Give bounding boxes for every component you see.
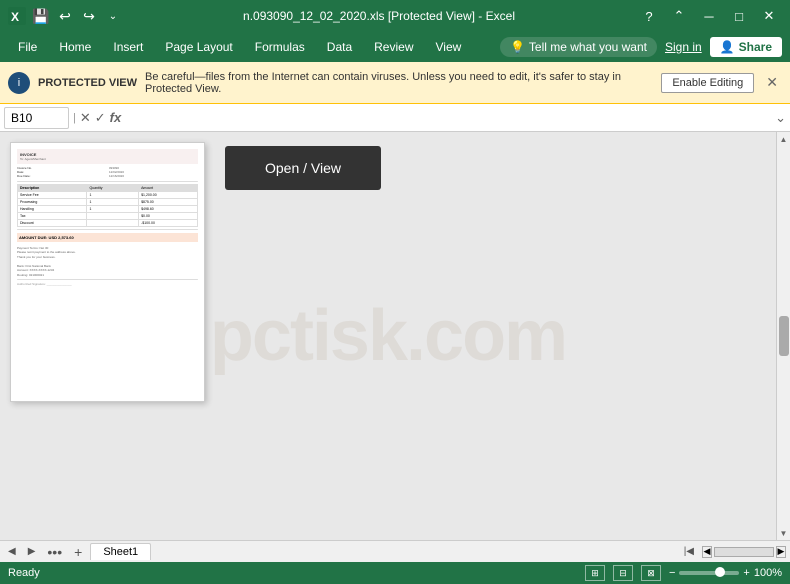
sign-in-button[interactable]: Sign in: [665, 40, 702, 54]
status-bar: Ready ⊞ ⊟ ⊠ − + 100%: [0, 562, 790, 584]
invoice-amount: AMOUNT DUE: USD 2,573.60: [17, 233, 198, 242]
minimize-button[interactable]: ─: [696, 3, 722, 29]
excel-logo-icon: X: [8, 7, 26, 25]
formula-divider: |: [73, 112, 76, 124]
tab-bar-right: |◀ ◀ ▶: [680, 544, 786, 559]
protected-view-bar: i PROTECTED VIEW Be careful—files from t…: [0, 62, 790, 104]
menu-bar-right: 💡 Tell me what you want Sign in 👤 Share: [500, 37, 782, 57]
options-icon[interactable]: ⌄: [104, 7, 122, 25]
share-icon: 👤: [720, 40, 735, 54]
enable-editing-button[interactable]: Enable Editing: [661, 73, 754, 93]
menu-home[interactable]: Home: [49, 36, 101, 58]
formula-icons: ✕ ✓ fx: [80, 110, 121, 126]
share-button[interactable]: 👤 Share: [710, 37, 782, 57]
title-bar-left: X 💾 ↩ ↪ ⌄: [8, 7, 122, 25]
hscroll-track[interactable]: [714, 547, 774, 557]
protected-view-close-button[interactable]: ✕: [762, 74, 782, 91]
main-area: pctisk.com INVOICE To: Agent/Merchant In…: [0, 132, 790, 540]
share-label: Share: [739, 40, 772, 54]
sheet-area: pctisk.com INVOICE To: Agent/Merchant In…: [0, 132, 776, 540]
title-bar-controls: ? ⌃ ─ □ ✕: [636, 3, 782, 29]
menu-review[interactable]: Review: [364, 36, 423, 58]
tell-me-box[interactable]: 💡 Tell me what you want: [500, 37, 657, 57]
menu-view[interactable]: View: [426, 36, 472, 58]
watermark: pctisk.com: [210, 295, 566, 377]
menu-formulas[interactable]: Formulas: [245, 36, 315, 58]
menu-page-layout[interactable]: Page Layout: [155, 36, 242, 58]
zoom-level-label: 100%: [754, 567, 782, 579]
menu-bar: File Home Insert Page Layout Formulas Da…: [0, 32, 790, 62]
cancel-formula-icon[interactable]: ✕: [80, 110, 91, 126]
zoom-minus-button[interactable]: −: [669, 567, 675, 579]
maximize-button[interactable]: □: [726, 3, 752, 29]
close-button[interactable]: ✕: [756, 3, 782, 29]
formula-bar: | ✕ ✓ fx ⌄: [0, 104, 790, 132]
tab-prev-button[interactable]: ◀: [4, 544, 20, 559]
tab-dots-button[interactable]: •••: [43, 544, 66, 560]
vertical-scrollbar[interactable]: ▲ ▼: [776, 132, 790, 540]
ready-label: Ready: [8, 567, 40, 579]
function-icon[interactable]: fx: [110, 110, 122, 125]
sheet1-tab[interactable]: Sheet1: [90, 543, 151, 560]
page-break-view-button[interactable]: ⊠: [641, 565, 661, 581]
zoom-slider[interactable]: [679, 571, 739, 575]
zoom-plus-button[interactable]: +: [743, 567, 749, 579]
normal-view-button[interactable]: ⊞: [585, 565, 605, 581]
protected-view-badge: PROTECTED VIEW: [38, 77, 137, 89]
menu-data[interactable]: Data: [317, 36, 362, 58]
horizontal-scroll-left[interactable]: |◀: [680, 544, 698, 559]
scroll-thumb[interactable]: [779, 316, 789, 356]
confirm-formula-icon[interactable]: ✓: [95, 110, 106, 126]
svg-text:X: X: [11, 10, 19, 24]
tab-add-button[interactable]: +: [70, 544, 86, 560]
protected-view-message: Be careful—files from the Internet can c…: [145, 71, 653, 95]
tab-next-button[interactable]: ▶: [24, 544, 40, 559]
layout-view-button[interactable]: ⊟: [613, 565, 633, 581]
lightbulb-icon: 💡: [510, 40, 525, 54]
scroll-up-arrow[interactable]: ▲: [777, 132, 790, 146]
tell-me-text: Tell me what you want: [529, 40, 647, 54]
undo-icon[interactable]: ↩: [56, 7, 74, 25]
shield-icon: i: [8, 72, 30, 94]
menu-file[interactable]: File: [8, 36, 47, 58]
redo-icon[interactable]: ↪: [80, 7, 98, 25]
title-bar: X 💾 ↩ ↪ ⌄ n.093090_12_02_2020.xls [Prote…: [0, 0, 790, 32]
hscroll-right-btn[interactable]: ▶: [776, 546, 786, 558]
open-view-button[interactable]: Open / View: [225, 146, 381, 190]
zoom-control: − + 100%: [669, 567, 782, 579]
help-icon[interactable]: ?: [636, 3, 662, 29]
formula-input[interactable]: [125, 111, 771, 125]
hscroll-left-btn[interactable]: ◀: [702, 546, 712, 558]
document-preview: INVOICE To: Agent/Merchant Invoice No.Da…: [10, 142, 205, 402]
horizontal-scrollbar[interactable]: ◀ ▶: [702, 546, 786, 558]
status-bar-right: ⊞ ⊟ ⊠ − + 100%: [585, 565, 782, 581]
zoom-thumb: [715, 567, 725, 577]
ribbon-toggle-icon[interactable]: ⌃: [666, 3, 692, 29]
cell-reference-input[interactable]: [4, 107, 69, 129]
document-content: INVOICE To: Agent/Merchant Invoice No.Da…: [17, 149, 198, 395]
menu-insert[interactable]: Insert: [103, 36, 153, 58]
formula-expand-icon[interactable]: ⌄: [775, 110, 786, 126]
tab-bar: ◀ ▶ ••• + Sheet1 |◀ ◀ ▶: [0, 540, 790, 562]
window-title: n.093090_12_02_2020.xls [Protected View]…: [122, 9, 636, 23]
save-icon[interactable]: 💾: [32, 7, 50, 25]
scroll-down-arrow[interactable]: ▼: [777, 526, 790, 540]
